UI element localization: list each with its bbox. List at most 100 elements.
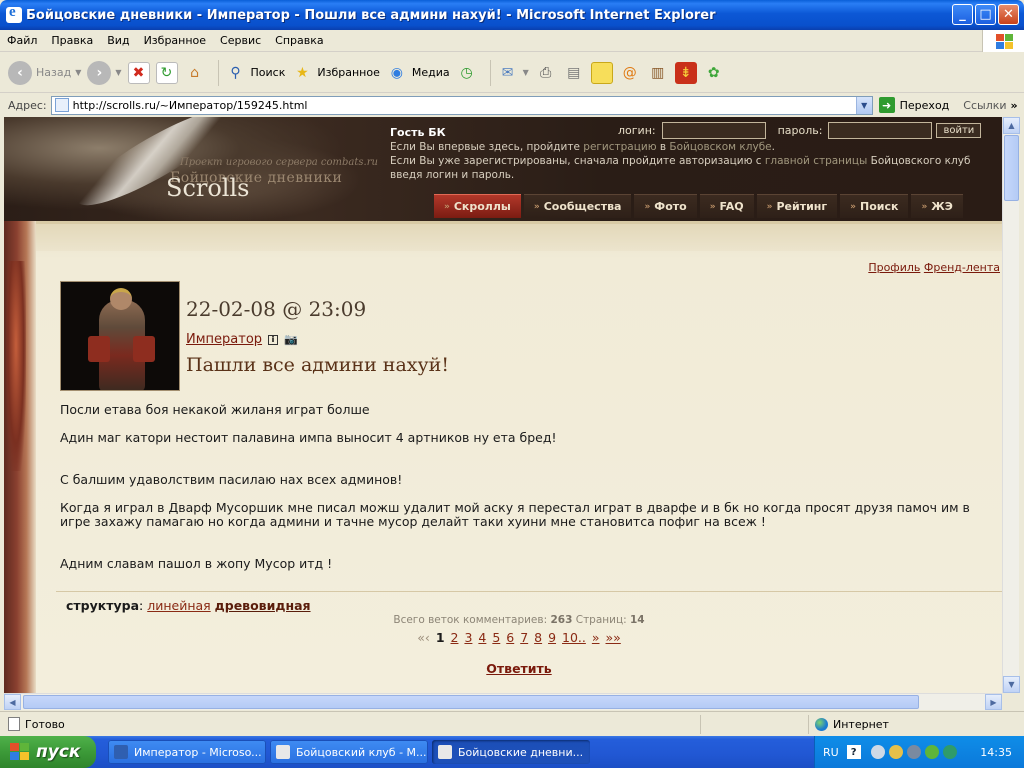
horizontal-scrollbar[interactable]: ◀ ▶ xyxy=(4,693,1002,710)
menu-tools[interactable]: Сервис xyxy=(213,34,268,47)
taskbar-item[interactable]: Император - Microso... xyxy=(108,740,266,764)
maximize-button[interactable]: □ xyxy=(975,4,996,25)
forward-button[interactable]: › ▼ xyxy=(87,60,122,85)
refresh-button[interactable]: ↻ xyxy=(155,61,178,84)
media-button[interactable]: ◉ Медиа xyxy=(386,62,450,84)
linear-view-link[interactable]: линейная xyxy=(147,598,210,613)
history-button[interactable]: ◷ xyxy=(456,62,478,84)
window-titlebar[interactable]: Бойцовские дневники - Император - Пошли … xyxy=(0,0,1024,30)
edit-button[interactable]: ▤ xyxy=(563,62,585,84)
friend-feed-link[interactable]: Френд-лента xyxy=(924,261,1000,274)
last-page-link[interactable]: »» xyxy=(606,630,621,645)
scroll-left-icon[interactable]: ◀ xyxy=(4,694,21,710)
media-icon: ◉ xyxy=(390,64,403,81)
nav-tab-faq[interactable]: » FAQ xyxy=(699,194,754,218)
discuss-button[interactable] xyxy=(590,61,613,84)
mail-button[interactable]: ✉ ▼ xyxy=(497,62,529,84)
task-list: Император - Microso... Бойцовский клуб -… xyxy=(108,740,590,764)
scroll-up-icon[interactable]: ▲ xyxy=(1003,117,1020,134)
tray-app-icon[interactable] xyxy=(942,745,957,759)
author-link[interactable]: Император xyxy=(186,332,262,347)
menu-edit[interactable]: Правка xyxy=(44,34,100,47)
address-input[interactable]: http://scrolls.ru/~Император/159245.html… xyxy=(50,95,873,115)
vertical-scroll-thumb[interactable] xyxy=(1004,135,1019,201)
site-nav: » Скроллы » Сообщества » Фото » FAQ » Рейтинг… xyxy=(434,194,966,218)
menu-view[interactable]: Вид xyxy=(100,34,136,47)
scroll-down-icon[interactable]: ▼ xyxy=(1003,676,1020,693)
taskbar-item[interactable]: Бойцовский клуб - M... xyxy=(270,740,428,764)
info-icon[interactable]: i xyxy=(268,334,279,345)
login-input[interactable] xyxy=(661,122,766,139)
first-page-link[interactable]: «‹ xyxy=(417,630,430,645)
page-link[interactable]: 7 xyxy=(520,630,528,645)
close-button[interactable]: ✕ xyxy=(998,4,1019,25)
page-link[interactable]: 8 xyxy=(534,630,542,645)
avatar[interactable] xyxy=(60,281,180,391)
page-link[interactable]: 5 xyxy=(492,630,500,645)
page-link[interactable]: 2 xyxy=(451,630,459,645)
menu-file[interactable]: Файл xyxy=(0,34,44,47)
go-button[interactable]: ➜ Переход xyxy=(878,97,949,113)
security-zone[interactable]: Интернет xyxy=(808,715,1016,734)
registration-link[interactable]: регистрацию xyxy=(583,141,656,153)
network-icon[interactable] xyxy=(870,745,885,759)
research-button[interactable]: ▥ xyxy=(647,62,669,84)
page-link[interactable]: 10.. xyxy=(562,630,586,645)
page-status-icon xyxy=(8,717,20,731)
password-input[interactable] xyxy=(828,122,933,139)
stop-button[interactable]: ✖ xyxy=(127,61,150,84)
taskbar-item-active[interactable]: Бойцовские дневни... xyxy=(432,740,590,764)
main-page-link[interactable]: главной страницы xyxy=(765,155,867,167)
fight-club-link[interactable]: Бойцовском клубе xyxy=(669,141,771,153)
page-link[interactable]: 3 xyxy=(464,630,472,645)
nav-tab-scrolls[interactable]: » Скроллы xyxy=(434,194,521,218)
horizontal-scroll-thumb[interactable] xyxy=(23,695,919,709)
camera-icon[interactable]: 📷 xyxy=(284,333,298,346)
nav-tab-rating[interactable]: » Рейтинг xyxy=(756,194,838,218)
help-icon[interactable]: ? xyxy=(846,745,861,759)
vertical-scrollbar[interactable]: ▲ ▼ xyxy=(1002,117,1020,693)
menu-help[interactable]: Справка xyxy=(268,34,330,47)
profile-link[interactable]: Профиль xyxy=(868,261,920,274)
print-button[interactable]: ⎙ xyxy=(535,62,557,84)
address-url[interactable]: http://scrolls.ru/~Император/159245.html xyxy=(73,99,308,112)
page-link[interactable]: 4 xyxy=(478,630,486,645)
links-chevron-icon[interactable]: » xyxy=(1011,99,1018,112)
tray-app-icon[interactable] xyxy=(924,745,939,759)
tray-app-icon[interactable] xyxy=(906,745,921,759)
links-label[interactable]: Ссылки xyxy=(963,99,1006,112)
books-icon: ▥ xyxy=(651,64,665,81)
menu-favorites[interactable]: Избранное xyxy=(137,34,213,47)
post-paragraph: С балшим удаволствим пасилаю нах всех ад… xyxy=(60,472,403,487)
next-page-link[interactable]: » xyxy=(592,630,600,645)
page-link[interactable]: 6 xyxy=(506,630,514,645)
download-button[interactable]: ⇟ xyxy=(674,61,697,84)
nav-tab-search[interactable]: » Поиск xyxy=(840,194,909,218)
reply-link[interactable]: Ответить xyxy=(36,661,1002,676)
mail-dropdown-icon[interactable]: ▼ xyxy=(523,68,529,77)
page-icon xyxy=(54,98,69,112)
start-button[interactable]: пуск xyxy=(0,736,96,768)
favorites-button[interactable]: ★ Избранное xyxy=(291,62,380,84)
home-button[interactable]: ⌂ xyxy=(184,62,206,84)
forward-dropdown-icon[interactable]: ▼ xyxy=(115,68,121,77)
site-logo[interactable]: Scrolls xyxy=(166,174,249,202)
back-dropdown-icon[interactable]: ▼ xyxy=(75,68,81,77)
tree-view-link[interactable]: древовидная xyxy=(215,598,311,613)
nav-tab-communities[interactable]: » Сообщества xyxy=(523,194,632,218)
nav-tab-more[interactable]: » ЖЭ xyxy=(911,194,963,218)
page-link[interactable]: 9 xyxy=(548,630,556,645)
minimize-button[interactable]: _ xyxy=(952,4,973,25)
tray-app-icon[interactable] xyxy=(888,745,903,759)
address-dropdown-icon[interactable]: ▼ xyxy=(855,96,872,114)
nav-tab-photo[interactable]: » Фото xyxy=(634,194,697,218)
scroll-right-icon[interactable]: ▶ xyxy=(985,694,1002,710)
scrollbar-corner xyxy=(1002,693,1019,710)
search-button[interactable]: ⚲ Поиск xyxy=(225,62,285,84)
language-indicator[interactable]: RU xyxy=(823,746,839,759)
icq-button[interactable]: ✿ xyxy=(703,62,725,84)
login-button[interactable]: войти xyxy=(936,123,982,138)
back-button[interactable]: ‹ Назад ▼ xyxy=(8,60,81,85)
nav-tab-label: Скроллы xyxy=(453,200,511,213)
messenger-button[interactable]: @ xyxy=(619,62,641,84)
